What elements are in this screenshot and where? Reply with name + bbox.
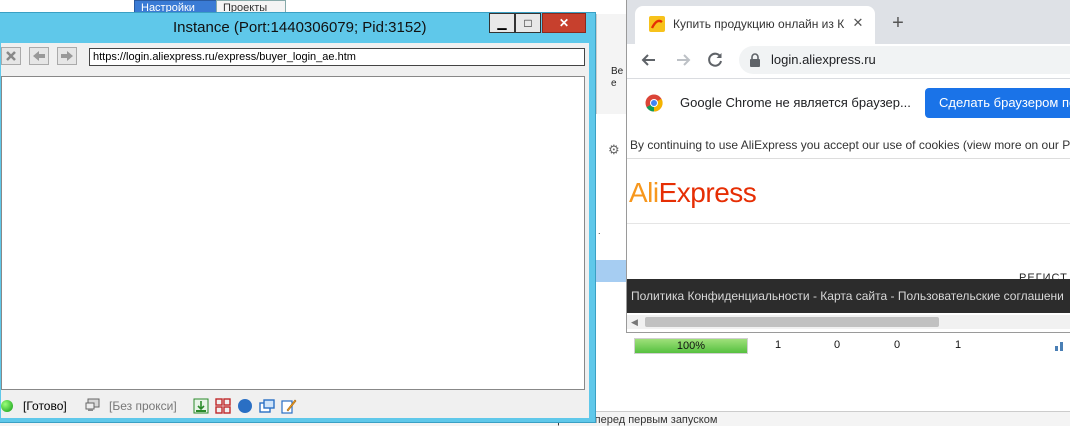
omnibox-url: login.aliexpress.ru [771,52,876,67]
instance-window: Instance (Port:1440306079; Pid:3152) ▁ □… [0,12,596,423]
stop-button[interactable] [1,47,21,65]
stop-icon [6,51,16,61]
infobar-message: Google Chrome не является браузер... [680,95,911,110]
back-button[interactable] [29,47,49,65]
progress-label: 100% [676,340,706,352]
background-toolbar-label: Ве е [611,66,624,89]
row-value-1: 1 [775,339,782,351]
default-browser-infobar: Google Chrome не является браузер... Сде… [627,78,1070,128]
horizontal-scrollbar[interactable]: ◀ [627,315,1070,329]
set-default-browser-button[interactable]: Сделать браузером по [925,88,1070,118]
new-tab-button[interactable]: + [885,10,911,36]
maximize-button[interactable]: □ [515,13,541,33]
cookie-notice: By continuing to use AliExpress you acce… [627,131,1070,159]
gear-icon[interactable]: ⚙ [608,143,622,157]
logo-part-ali: Ali [629,177,659,208]
bar-chart-icon[interactable] [1054,339,1066,351]
tab-close-icon[interactable]: ✕ [849,14,867,32]
instance-body: https://login.aliexpress.ru/express/buye… [1,43,589,418]
footer-links[interactable]: Политика Конфиденциальности - Карта сайт… [627,279,1070,313]
progress-bar: 100% [634,338,748,354]
forward-arrow-icon[interactable] [673,50,693,70]
page-save-icon[interactable] [193,398,209,414]
address-bar[interactable]: https://login.aliexpress.ru/express/buye… [89,48,585,66]
reload-icon[interactable] [705,50,725,70]
chrome-window: Купить продукцию онлайн из К ✕ + login.a… [626,0,1070,333]
edit-icon[interactable] [281,398,297,414]
lock-icon[interactable] [749,53,761,67]
compass-icon[interactable] [237,398,253,414]
minimize-button[interactable]: ▁ [489,13,515,33]
forward-button[interactable] [57,47,77,65]
chrome-tab-title: Купить продукцию онлайн из К [673,17,845,31]
proxy-status: [Без прокси] [109,399,177,413]
chrome-tab[interactable]: Купить продукцию онлайн из К ✕ [635,6,875,44]
status-text: [Готово] [23,399,67,413]
proxy-computer-icon[interactable] [85,398,101,412]
instance-title-bar[interactable]: Instance (Port:1440306079; Pid:3152) ▁ □… [0,13,595,43]
aliexpress-page: By continuing to use AliExpress you acce… [627,127,1070,332]
scroll-left-icon[interactable]: ◀ [631,317,638,327]
omnibox[interactable]: login.aliexpress.ru [739,46,1070,74]
status-bar: [Готово] [Без прокси] [1,396,589,416]
windows-icon[interactable] [259,398,275,414]
chrome-tab-strip: Купить продукцию онлайн из К ✕ + [627,0,1070,44]
aliexpress-favicon-icon [649,16,665,32]
arrow-left-icon [33,51,45,61]
chrome-toolbar: login.aliexpress.ru [627,44,1070,76]
window-title: Instance (Port:1440306079; Pid:3152) [173,19,427,36]
grid-icon[interactable] [215,398,231,414]
header-divider [627,223,1070,224]
background-toolbar [596,14,627,114]
close-button[interactable]: ✕ [542,13,586,33]
back-arrow-icon[interactable] [639,50,659,70]
chrome-logo-icon [645,94,663,112]
scrollbar-thumb[interactable] [645,317,939,327]
aliexpress-logo[interactable]: AliExpress [629,173,757,213]
status-indicator-icon [1,400,13,412]
selected-table-row[interactable] [596,260,626,282]
row-value-2: 0 [834,339,841,351]
row-value-4: 1 [955,339,962,351]
browser-content-area[interactable] [1,76,585,390]
arrow-right-icon [61,51,73,61]
row-marker: . [598,226,601,236]
row-value-3: 0 [894,339,901,351]
logo-part-express: Express [658,177,757,208]
